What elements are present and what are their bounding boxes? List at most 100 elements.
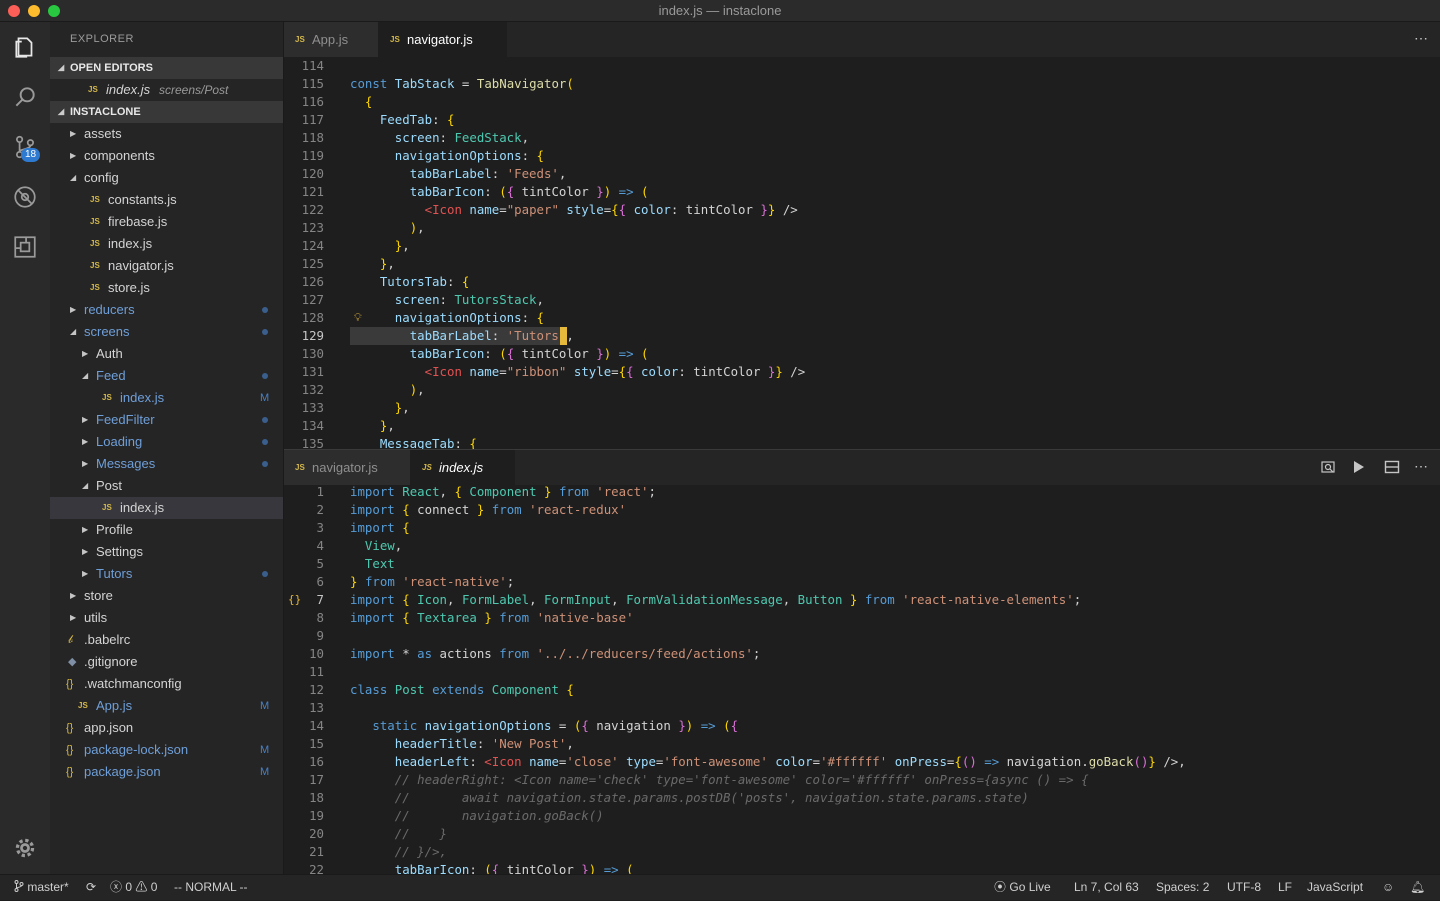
code-line[interactable]: class Post extends Component { (350, 681, 574, 699)
tree-folder[interactable]: ◢ screens (50, 321, 283, 343)
feedback-smiley-icon[interactable]: ☺ (1382, 875, 1394, 901)
code-line[interactable]: Text (350, 555, 395, 573)
tab-navigator-js-bottom[interactable]: JS navigator.js (284, 450, 411, 485)
tree-folder[interactable]: ▶ Tutors (50, 563, 283, 585)
line-ending[interactable]: LF (1278, 875, 1292, 901)
tree-file[interactable]: JS firebase.js (50, 211, 283, 233)
code-line[interactable]: }, (350, 399, 410, 417)
indentation[interactable]: Spaces: 2 (1156, 875, 1209, 901)
more-actions-bottom-icon[interactable]: ⋯ (1414, 458, 1428, 475)
tab-app-js[interactable]: JS App.js (284, 22, 379, 57)
tab-navigator-js[interactable]: JS navigator.js (379, 22, 507, 57)
cursor-position[interactable]: Ln 7, Col 63 (1074, 875, 1139, 901)
code-line[interactable]: <Icon name="paper" style={{ color: tintC… (350, 201, 798, 219)
code-line[interactable]: const TabStack = TabNavigator( (350, 75, 574, 93)
code-line[interactable]: import * as actions from '../../reducers… (350, 645, 760, 663)
code-line[interactable]: screen: TutorsStack, (350, 291, 544, 309)
tree-file[interactable]: {} package.json M (50, 761, 283, 783)
open-preview-icon[interactable] (1320, 459, 1336, 478)
code-line[interactable]: } from 'react-native'; (350, 573, 514, 591)
tree-folder[interactable]: ▶ Settings (50, 541, 283, 563)
code-lens-icon[interactable]: {} (288, 591, 301, 609)
code-line[interactable]: import { connect } from 'react-redux' (350, 501, 626, 519)
problems-indicator[interactable]: ⓧ 0 ⚠ 0 (110, 875, 157, 901)
code-line[interactable]: navigationOptions: { (350, 147, 544, 165)
tree-folder[interactable]: ◢ Feed (50, 365, 283, 387)
code-line[interactable]: import { Icon, FormLabel, FormInput, For… (350, 591, 1081, 609)
code-line[interactable]: ), (350, 381, 425, 399)
code-line[interactable]: FeedTab: { (350, 111, 455, 129)
code-line[interactable]: <Icon name="ribbon" style={{ color: tint… (350, 363, 806, 381)
tree-file[interactable]: JS index.js M (50, 387, 283, 409)
project-section[interactable]: ◢ INSTACLONE (50, 101, 283, 123)
extensions-icon[interactable] (0, 227, 50, 267)
code-line[interactable]: // await navigation.state.params.postDB(… (350, 789, 1029, 807)
settings-gear-icon[interactable] (0, 828, 50, 868)
tree-file[interactable]: ◆ .gitignore (50, 651, 283, 673)
explorer-icon[interactable] (0, 27, 50, 67)
code-line[interactable]: import { Textarea } from 'native-base' (350, 609, 634, 627)
code-line[interactable]: }, (350, 237, 410, 255)
open-editors-section[interactable]: ◢ OPEN EDITORS (50, 57, 283, 79)
tree-folder[interactable]: ◢ Post (50, 475, 283, 497)
tree-folder[interactable]: ▶ Messages (50, 453, 283, 475)
code-line[interactable]: }, (350, 417, 395, 435)
code-line[interactable]: import React, { Component } from 'react'… (350, 485, 656, 501)
bottom-code-area[interactable]: 1 import React, { Component } from 'react… (284, 485, 1440, 874)
code-line[interactable]: tabBarIcon: ({ tintColor }) => ( (350, 861, 634, 874)
code-line[interactable]: // } (350, 825, 447, 843)
tree-folder[interactable]: ◢ config (50, 167, 283, 189)
code-line[interactable]: tabBarLabel: 'Feeds', (350, 165, 567, 183)
lightbulb-icon[interactable]: 💡︎ (354, 309, 362, 327)
code-line[interactable]: }, (350, 255, 395, 273)
top-code-area[interactable]: 114 115 const TabStack = TabNavigator(116 … (284, 57, 1440, 449)
tree-file[interactable]: JS store.js (50, 277, 283, 299)
tree-folder[interactable]: ▶ FeedFilter (50, 409, 283, 431)
code-line[interactable]: // headerRight: <Icon name='check' type=… (350, 771, 1089, 789)
tree-folder[interactable]: ▶ reducers (50, 299, 283, 321)
language-mode[interactable]: JavaScript (1307, 875, 1363, 901)
search-icon[interactable] (0, 77, 50, 117)
tree-file[interactable]: 𝒷 .babelrc (50, 629, 283, 651)
code-line[interactable]: tabBarLabel: 'Tutors', (350, 327, 574, 345)
code-line[interactable]: import { (350, 519, 410, 537)
tree-file[interactable]: JS App.js M (50, 695, 283, 717)
code-line[interactable]: screen: FeedStack, (350, 129, 529, 147)
tree-file[interactable]: JS index.js (50, 233, 283, 255)
code-line[interactable]: // navigation.goBack() (350, 807, 604, 825)
tab-index-js[interactable]: JS index.js (411, 450, 515, 485)
tree-folder[interactable]: ▶ assets (50, 123, 283, 145)
tree-file[interactable]: JS constants.js (50, 189, 283, 211)
tree-folder[interactable]: ▶ utils (50, 607, 283, 629)
sync-icon[interactable]: ⟳ (86, 875, 96, 901)
code-line[interactable]: MessageTab: { (350, 435, 477, 449)
code-line[interactable]: ), (350, 219, 425, 237)
tree-file[interactable]: {} .watchmanconfig (50, 673, 283, 695)
code-line[interactable]: { (350, 93, 372, 111)
code-line[interactable]: tabBarIcon: ({ tintColor }) => ( (350, 183, 649, 201)
code-line[interactable]: headerLeft: <Icon name='close' type='fon… (350, 753, 1186, 771)
code-line[interactable]: static navigationOptions = ({ navigation… (350, 717, 738, 735)
code-line[interactable]: tabBarIcon: ({ tintColor }) => ( (350, 345, 649, 363)
code-line[interactable]: headerTitle: 'New Post', (350, 735, 574, 753)
tree-file[interactable]: JS navigator.js (50, 255, 283, 277)
code-line[interactable]: navigationOptions: { (350, 309, 544, 327)
tree-folder[interactable]: ▶ components (50, 145, 283, 167)
tree-file[interactable]: {} app.json (50, 717, 283, 739)
source-control-icon[interactable]: 18 (0, 127, 50, 167)
more-actions-icon[interactable]: ⋯ (1414, 30, 1428, 47)
notifications-bell-icon[interactable]: 🔔︎ (1410, 875, 1425, 901)
split-editor-icon[interactable] (1384, 459, 1400, 478)
code-line[interactable]: // }/>, (350, 843, 447, 861)
tree-folder[interactable]: ▶ Auth (50, 343, 283, 365)
tree-folder[interactable]: ▶ store (50, 585, 283, 607)
run-icon[interactable] (1352, 459, 1366, 478)
tree-folder[interactable]: ▶ Profile (50, 519, 283, 541)
debug-icon[interactable] (0, 177, 50, 217)
open-editor-item[interactable]: JS index.js screens/Post (50, 79, 283, 101)
git-branch[interactable]: master* (14, 875, 69, 901)
tree-file[interactable]: {} package-lock.json M (50, 739, 283, 761)
tree-folder[interactable]: ▶ Loading (50, 431, 283, 453)
code-line[interactable]: TutorsTab: { (350, 273, 470, 291)
go-live-button[interactable]: ⦿ Go Live (994, 875, 1051, 901)
